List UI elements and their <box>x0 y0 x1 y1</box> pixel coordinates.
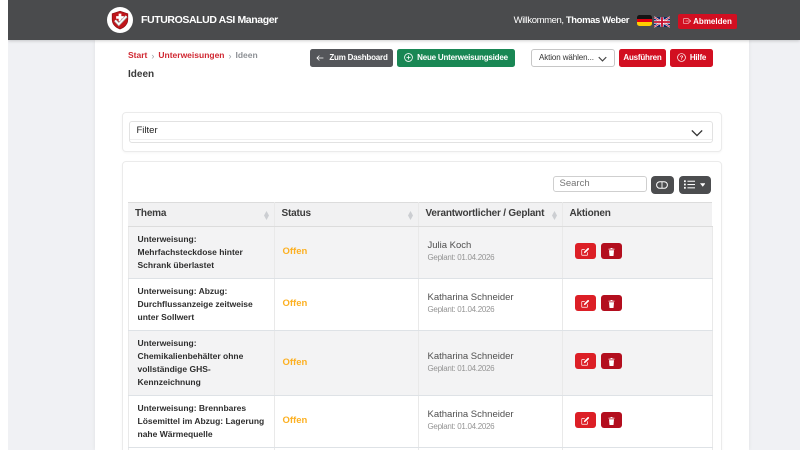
svg-text:?: ? <box>680 56 684 62</box>
